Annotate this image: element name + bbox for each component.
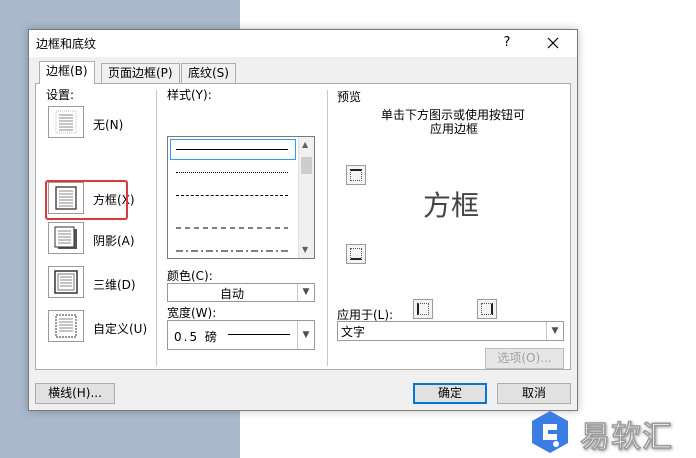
setting-shadow-button[interactable] [48,222,84,254]
settings-heading: 设置: [46,88,75,102]
selected-setting-highlight [45,180,128,220]
watermark-logo-icon [532,411,568,453]
width-sample-line [228,334,290,335]
divider [327,90,328,366]
divider [156,90,157,366]
horizontal-line-button[interactable]: 横线(H)... [35,383,115,404]
scroll-thumb[interactable] [301,157,312,174]
style-solid[interactable] [176,149,288,150]
border-right-icon [481,303,493,315]
borders-and-shading-dialog: 边框和底纹 ? 边框(B) 页面边框(P) 底纹(S) 设置: 无(N) 方框(… [28,29,578,411]
color-select[interactable]: 自动 ▼ [167,283,315,302]
color-label: 颜色(C): [167,269,213,283]
left-border-button[interactable] [413,299,433,319]
border-bottom-icon [350,248,362,260]
style-heading: 样式(Y): [167,88,212,102]
scroll-up-icon[interactable]: ▲ [302,140,308,149]
chevron-down-icon[interactable]: ▼ [297,321,314,349]
border-shadow-icon [54,226,77,249]
border-3d-icon [54,270,78,294]
dialog-title: 边框和底纹 [36,37,97,51]
dialog-titlebar: 边框和底纹 ? [29,30,577,57]
chevron-down-icon[interactable]: ▼ [297,284,314,301]
preview-sample-text[interactable]: 方框 [423,184,479,224]
setting-custom-label[interactable]: 自定义(U) [93,320,147,337]
setting-none-button[interactable] [48,106,84,138]
border-top-icon [350,169,362,181]
tab-borders[interactable]: 边框(B) [39,61,95,84]
tab-page-border[interactable]: 页面边框(P) [101,63,180,83]
setting-none-label[interactable]: 无(N) [93,116,123,133]
borders-tab-panel: 设置: 无(N) 方框(X) 阴影(A) 三维(D) 自定义(U) 样式(Y):… [35,83,571,370]
width-value: 0.5 磅 [174,330,219,344]
tab-shading[interactable]: 底纹(S) [181,63,236,83]
ok-button[interactable]: 确定 [413,383,487,404]
style-dashed-fine[interactable] [176,195,288,196]
scroll-down-icon[interactable]: ▼ [302,245,308,254]
border-custom-icon [55,314,77,338]
top-border-button[interactable] [346,165,366,185]
watermark-text: 易软汇 [580,420,673,456]
style-dotted[interactable] [176,172,288,173]
width-label: 宽度(W): [167,306,217,320]
border-none-icon [55,110,77,134]
setting-custom-button[interactable] [48,310,84,342]
options-button[interactable]: 选项(O)... [485,348,564,369]
preview-hint-line2: 应用边框 [430,122,479,136]
close-icon [547,37,559,49]
bottom-border-button[interactable] [346,244,366,264]
setting-3d-button[interactable] [48,266,84,298]
chevron-down-icon[interactable]: ▼ [546,322,563,340]
close-button[interactable] [541,33,565,53]
setting-shadow-label[interactable]: 阴影(A) [93,232,135,249]
setting-3d-label[interactable]: 三维(D) [93,276,136,293]
color-value: 自动 [220,287,245,301]
style-scrollbar[interactable]: ▲ ▼ [298,137,314,258]
preview-heading: 预览 [337,90,362,104]
right-border-button[interactable] [477,299,497,319]
apply-to-value: 文字 [341,325,366,339]
cancel-button[interactable]: 取消 [497,383,571,404]
width-select[interactable]: 0.5 磅 ▼ [167,320,315,350]
border-left-icon [417,303,429,315]
help-button[interactable]: ? [495,33,519,53]
style-list[interactable]: ▲ ▼ [167,136,315,259]
apply-to-select[interactable]: 文字 ▼ [337,321,564,341]
